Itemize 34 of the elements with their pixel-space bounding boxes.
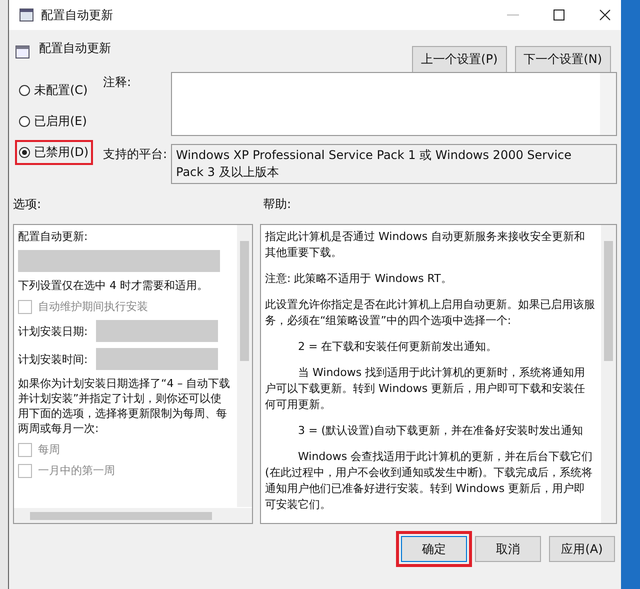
platform-field: Windows XP Professional Service Pack 1 或 Windows 2000 Service Pack 3 及以上版本 <box>171 144 617 184</box>
radio-option[interactable]: 已禁用(D) <box>15 140 93 165</box>
help-paragraph: 注意: 此策略不适用于 Windows RT。 <box>265 271 453 287</box>
option-label: 计划安装时间: <box>18 352 88 366</box>
scrollbar[interactable] <box>237 225 252 507</box>
comment-field[interactable] <box>171 72 617 136</box>
maximize-icon[interactable] <box>553 9 565 21</box>
navigation-button[interactable]: 上一个设置(P) <box>412 46 507 72</box>
option-label: 计划安装日期: <box>18 324 88 338</box>
scrollbar[interactable] <box>601 225 616 523</box>
dialog-button[interactable]: 应用(A) <box>549 536 615 562</box>
comment-label: 注释: <box>103 74 132 91</box>
help-paragraph: 3 = (默认设置)自动下载更新，并在准备好安装时发出通知 <box>297 423 584 439</box>
options-label: 选项: <box>13 196 42 213</box>
option-text: 下列设置仅在选中 4 时才需要和适用。 <box>18 278 209 293</box>
window-title: 配置自动更新 <box>41 6 113 24</box>
radio-option[interactable]: 已启用(E) <box>15 109 91 134</box>
help-paragraph: 指定此计算机是否通过 Windows 自动更新服务来接收安全更新和其他重要下载。 <box>265 229 586 261</box>
help-paragraph: 此设置允许你指定是否在此计算机上启用自动更新。如果已启用该服务，必须在“组策略设置”中的四个选项中选择一个: <box>265 297 596 329</box>
navigation-button[interactable]: 下一个设置(N) <box>514 46 611 72</box>
help-paragraph: 2 = 在下载和安装任何更新前发出通知。 <box>297 339 498 355</box>
scrollbar[interactable] <box>14 508 252 523</box>
policy-icon <box>15 44 31 60</box>
platform-label: 支持的平台: <box>103 146 168 163</box>
help-paragraph: Windows 会查找适用于此计算机的更新，并在后台下载它们(在此过程中，用户不会收到通知或发生中断)。下载完成后，系统将通知用户他们已准备好进行安装。转到 Windows 更新后，用户即可安装它们。 <box>265 449 594 513</box>
radio-option[interactable]: 未配置(C) <box>15 78 92 103</box>
dialog-button[interactable]: 取消 <box>475 536 541 562</box>
option-text: 如果你为计划安装日期选择了“4 – 自动下载并计划安装”并指定了计划，则你还可以使用下面的选项，选择将更新限制为每周、每两周或每月一次: <box>18 376 232 436</box>
close-icon[interactable] <box>599 9 611 21</box>
help-paragraph: 当 Windows 找到适用于此计算机的更新时，系统将通知用户可以下载更新。转到 Windows 更新后，用户即可下载和安装任何可用更新。 <box>265 365 586 413</box>
option-text: 配置自动更新: <box>18 229 89 244</box>
help-label: 帮助: <box>263 196 292 213</box>
policy-icon <box>19 7 35 23</box>
setting-title: 配置自动更新 <box>39 40 111 57</box>
